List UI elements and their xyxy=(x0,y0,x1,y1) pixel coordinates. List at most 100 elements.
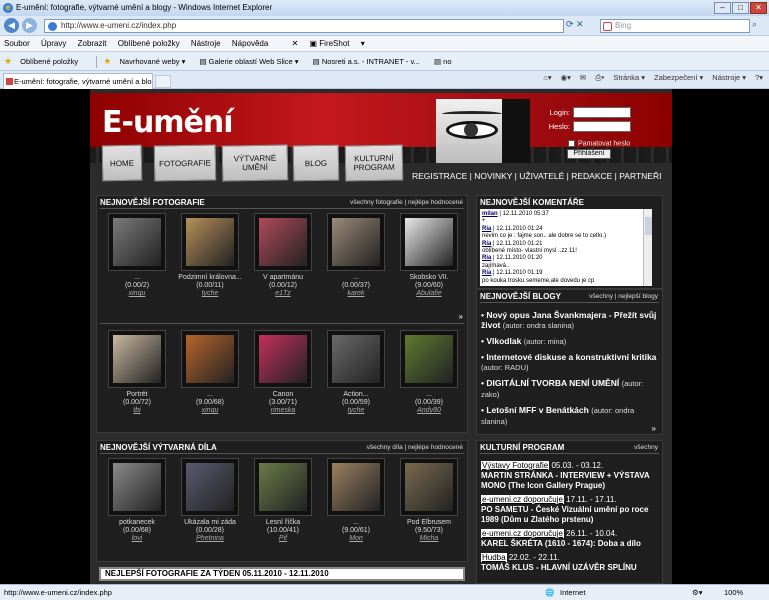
culture-text[interactable]: MARTIN STRÁNKA - INTERVIEW + VÝSTAVA MON… xyxy=(481,471,649,490)
nav-vytvarne-umeni[interactable]: VÝTVARNÉ UMĚNÍ xyxy=(221,144,289,182)
culture-item[interactable]: e-umeni.cz doporučuje 17.11. - 17.11. PO … xyxy=(481,495,659,525)
thumb-author[interactable]: xinqu xyxy=(105,290,169,298)
thumb-title[interactable]: Lesní říčka xyxy=(251,519,315,527)
culture-item[interactable]: Výstavy Fotografie 05.03. - 03.12. MARTIN… xyxy=(481,461,659,491)
comment-user[interactable]: milan xyxy=(482,211,498,217)
thumb-title[interactable]: Action... xyxy=(324,391,388,399)
blog-title[interactable]: Internetové diskuse a konstruktivní krit… xyxy=(486,352,656,362)
thumb-title[interactable]: Canon xyxy=(251,391,315,399)
thumb-image[interactable] xyxy=(327,458,385,516)
comments-scrollbar[interactable] xyxy=(643,209,652,286)
tab-e-umeni[interactable]: E-umění: fotografie, výtvarné umění a bl… xyxy=(3,73,153,89)
thumb-image[interactable] xyxy=(400,330,458,388)
thumb-title[interactable]: potkanecek xyxy=(105,519,169,527)
culture-text[interactable]: PO SAMETU - České Vizuální umění po roce… xyxy=(481,505,648,524)
thumb-title[interactable]: Pod Elbrusem xyxy=(397,519,461,527)
culture-tag[interactable]: Výstavy Fotografie xyxy=(481,461,550,470)
comment-user[interactable]: Ria xyxy=(482,226,491,232)
thumb-image[interactable] xyxy=(327,330,385,388)
thumb-image[interactable] xyxy=(108,458,166,516)
favorite-intranet[interactable]: ▤ Nosreti a.s. - INTRANET - v... xyxy=(313,57,426,66)
print-icon[interactable]: ⎙▾ xyxy=(595,73,604,83)
fireshot-button[interactable]: ▣ FireShot ▾ xyxy=(310,39,365,48)
menu-file[interactable]: Soubor xyxy=(4,39,30,48)
new-tab-button[interactable] xyxy=(155,75,171,88)
blog-item[interactable]: • DIGITÁLNÍ TVORBA NENÍ UMĚNÍ (autor: za… xyxy=(481,378,659,400)
password-input[interactable] xyxy=(573,121,631,132)
nav-fotografie[interactable]: FOTOGRAFIE xyxy=(153,144,217,182)
comment-user[interactable]: Ria xyxy=(482,270,491,276)
thumb-author[interactable]: e1Tz xyxy=(251,290,315,298)
blog-item[interactable]: • Internetové diskuse a konstruktivní kr… xyxy=(481,352,659,373)
subnav-partneri[interactable]: PARTNEŘI xyxy=(619,171,661,181)
search-input[interactable]: Bing xyxy=(600,19,750,33)
subnav-novinky[interactable]: NOVINKY xyxy=(474,171,512,181)
nav-blog[interactable]: BLOG xyxy=(292,144,340,182)
week-best-bar[interactable]: NEJLEPŠÍ FOTOGRAFIE ZA TÝDEN 05.11.2010 … xyxy=(99,567,465,581)
artworks-links[interactable]: všechny díla | nejlépe hodnocené xyxy=(367,444,463,451)
menu-edit[interactable]: Úpravy xyxy=(41,39,66,48)
thumb-author[interactable]: karek xyxy=(324,290,388,298)
close-toolbar-icon[interactable]: ✕ xyxy=(292,39,299,48)
thumb-author[interactable]: Phetnina xyxy=(178,535,242,543)
thumb-author[interactable]: Andy80 xyxy=(397,407,461,415)
mail-icon[interactable]: ✉ xyxy=(580,73,586,83)
thumb-author[interactable]: tbi xyxy=(105,407,169,415)
culture-tag[interactable]: Hudba xyxy=(481,553,507,562)
remember-checkbox[interactable]: Pamatovat heslo xyxy=(568,140,630,147)
blog-title[interactable]: Letošní MFF v Benátkách xyxy=(486,405,589,415)
thumb-author[interactable]: tyche xyxy=(324,407,388,415)
zoom-level[interactable]: 100% xyxy=(724,585,743,600)
thumb-image[interactable] xyxy=(254,213,312,271)
culture-links[interactable]: všechny xyxy=(634,444,658,451)
thumb-image[interactable] xyxy=(400,458,458,516)
favorites-button[interactable]: ★ Oblíbené položky xyxy=(4,56,84,66)
thumb-title[interactable]: ... xyxy=(324,519,388,527)
culture-item[interactable]: e-umeni.cz doporučuje 26.11. - 10.04. KAR… xyxy=(481,529,659,549)
thumb-image[interactable] xyxy=(181,213,239,271)
thumb-author[interactable]: xinqu xyxy=(178,407,242,415)
favorite-suggested-sites[interactable]: ★ Navrhované weby ▾ xyxy=(103,56,191,66)
comment-user[interactable]: Ria xyxy=(482,241,491,247)
subnav-uzivatele[interactable]: UŽIVATELÉ xyxy=(519,171,564,181)
protected-mode-icon[interactable]: ⚙▾ xyxy=(692,585,703,600)
cmd-security[interactable]: Zabezpečení ▾ xyxy=(654,73,703,83)
thumb-title[interactable]: ... xyxy=(397,391,461,399)
menu-view[interactable]: Zobrazit xyxy=(78,39,107,48)
thumb-author[interactable]: Abulafie xyxy=(397,290,461,298)
search-go-icon[interactable]: ⌕ xyxy=(752,19,766,33)
blogs-more-arrow-icon[interactable]: » xyxy=(652,424,656,433)
thumb-image[interactable] xyxy=(181,458,239,516)
forward-button[interactable]: ▶ xyxy=(22,18,37,33)
refresh-stop-buttons[interactable]: ⟳ ✕ xyxy=(566,19,584,30)
thumb-title[interactable]: ... xyxy=(178,391,242,399)
thumb-author[interactable]: tyche xyxy=(178,290,242,298)
home-icon[interactable]: ⌂▾ xyxy=(543,73,551,83)
culture-tag[interactable]: e-umeni.cz doporučuje xyxy=(481,495,564,504)
favorite-web-slice[interactable]: ▤ Galerie oblastí Web Slice ▾ xyxy=(199,57,304,66)
site-logo[interactable]: E-umění xyxy=(102,105,234,140)
comment-user[interactable]: Ria xyxy=(482,255,491,261)
nav-kulturni-program[interactable]: KULTURNÍ PROGRAM xyxy=(344,144,404,182)
thumb-author[interactable]: rimeska xyxy=(251,407,315,415)
photos-links[interactable]: všechny fotografie | nejlépe hodnocené xyxy=(350,199,463,206)
blog-title[interactable]: Vlkodlak xyxy=(486,336,521,346)
thumb-author[interactable]: lovi xyxy=(105,535,169,543)
rss-icon[interactable]: ◉▾ xyxy=(561,73,571,83)
blog-item[interactable]: • Nový opus Jana Švankmajera - Přežít sv… xyxy=(481,310,659,331)
menu-favorites[interactable]: Oblíbené položky xyxy=(118,39,180,48)
minimize-button[interactable]: – xyxy=(714,2,731,14)
thumb-title[interactable]: Podzimní královna... xyxy=(178,274,242,282)
cmd-page[interactable]: Stránka ▾ xyxy=(613,73,645,83)
maximize-button[interactable]: □ xyxy=(732,2,749,14)
blog-item[interactable]: • Letošní MFF v Benátkách (autor: ondra … xyxy=(481,405,659,427)
thumb-image[interactable] xyxy=(327,213,385,271)
address-input[interactable]: http://www.e-umeni.cz/index.php xyxy=(44,19,564,33)
thumb-title[interactable]: Skobsko VII. xyxy=(397,274,461,282)
cmd-tools[interactable]: Nástroje ▾ xyxy=(712,73,746,83)
blog-title[interactable]: DIGITÁLNÍ TVORBA NENÍ UMĚNÍ xyxy=(486,378,619,388)
favorite-no[interactable]: ▤ no xyxy=(434,57,458,66)
thumb-image[interactable] xyxy=(254,330,312,388)
help-icon[interactable]: ?▾ xyxy=(755,73,763,83)
thumb-title[interactable]: Ukázala mi záda xyxy=(178,519,242,527)
